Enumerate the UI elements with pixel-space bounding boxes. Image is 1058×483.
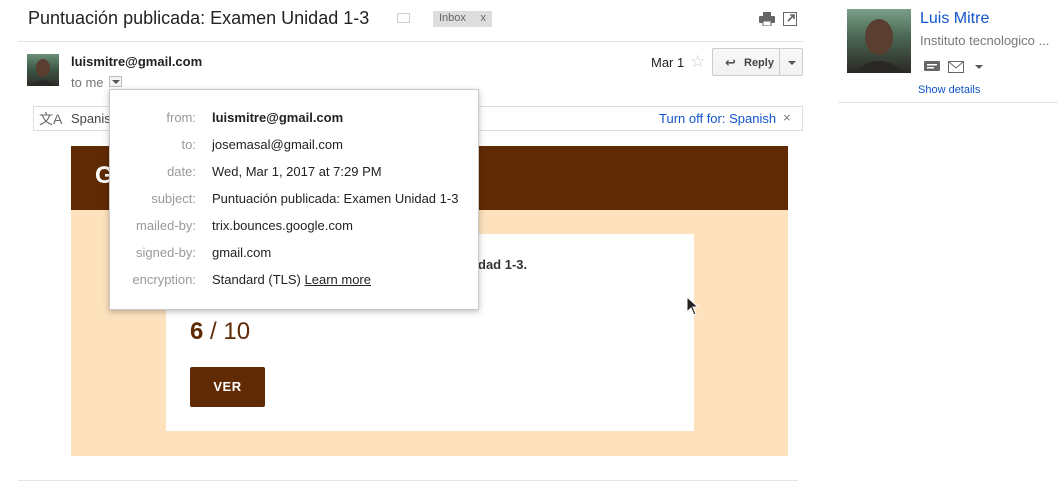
turn-off-translation-link[interactable]: Turn off for: Spanish: [659, 111, 776, 126]
label-tag-icon[interactable]: [397, 13, 410, 23]
translate-icon: 文A: [39, 111, 63, 127]
card-heading-partial: dad 1-3.: [478, 257, 528, 272]
sender-avatar[interactable]: [27, 54, 59, 86]
details-value-text: josemasal@gmail.com: [212, 137, 343, 152]
details-value-text: gmail.com: [212, 245, 272, 260]
show-details-link[interactable]: Show details: [918, 84, 980, 96]
header-divider: [18, 41, 804, 42]
details-value: Standard (TLS) Learn more: [212, 272, 371, 287]
star-icon[interactable]: ☆: [690, 52, 705, 72]
details-value: Wed, Mar 1, 2017 at 7:29 PM: [212, 164, 382, 179]
details-value-text: luismitre@gmail.com: [212, 110, 344, 125]
message-date: Mar 1: [651, 55, 685, 70]
chat-icon[interactable]: [924, 61, 940, 73]
profile-organization: Instituto tecnologico ...: [920, 33, 1050, 48]
reply-button-label: Reply: [744, 57, 774, 69]
show-details-toggle[interactable]: [109, 76, 122, 87]
details-value-text: Puntuación publicada: Examen Unidad 1-3: [212, 191, 459, 206]
remove-label-button[interactable]: x: [481, 12, 487, 24]
learn-more-link[interactable]: Learn more: [305, 272, 371, 287]
details-value: trix.bounces.google.com: [212, 218, 353, 233]
profile-name[interactable]: Luis Mitre: [920, 10, 989, 28]
close-translate-bar-icon[interactable]: ×: [783, 110, 791, 125]
details-label: from:: [166, 110, 196, 125]
profile-more-caret-icon[interactable]: [975, 65, 983, 69]
details-label: date:: [167, 164, 196, 179]
print-icon[interactable]: [759, 12, 775, 26]
email-icon[interactable]: [948, 61, 964, 73]
sender-email[interactable]: luismitre@gmail.com: [71, 54, 202, 69]
details-value: josemasal@gmail.com: [212, 137, 343, 152]
score-value: 6: [190, 318, 204, 345]
recipient-summary: to me: [71, 75, 104, 90]
translate-language: Spanis: [71, 111, 111, 126]
details-label: subject:: [151, 191, 196, 206]
details-value: Puntuación publicada: Examen Unidad 1-3: [212, 191, 458, 206]
details-label: mailed-by:: [136, 218, 196, 233]
details-label: encryption:: [132, 272, 196, 287]
details-value: gmail.com: [212, 245, 271, 260]
inbox-label-text: Inbox: [439, 12, 466, 24]
open-new-window-icon[interactable]: [783, 12, 797, 26]
profile-photo[interactable]: [847, 9, 911, 73]
message-details-popup: from: luismitre@gmail.com to: josemasal@gma…: [109, 89, 479, 310]
message-bottom-divider: [18, 480, 798, 481]
details-value-text: trix.bounces.google.com: [212, 218, 353, 233]
more-actions-button[interactable]: [779, 48, 803, 76]
reply-button[interactable]: ↩ Reply: [712, 48, 780, 76]
score-total: / 10: [203, 318, 251, 345]
email-subject: Puntuación publicada: Examen Unidad 1-3: [28, 8, 370, 28]
details-value-text: Wed, Mar 1, 2017 at 7:29 PM: [212, 164, 382, 179]
details-label: to:: [181, 137, 196, 152]
ver-button[interactable]: VER: [190, 367, 265, 407]
inbox-label-chip[interactable]: Inbox x: [433, 11, 492, 27]
details-value-text: Standard (TLS): [212, 272, 301, 287]
profile-divider: [838, 102, 1058, 103]
details-value: luismitre@gmail.com: [212, 110, 343, 125]
reply-arrow-icon: ↩: [725, 55, 736, 70]
details-label: signed-by:: [136, 245, 196, 260]
mouse-cursor-icon: [686, 296, 700, 316]
score-display: 6 / 10: [190, 318, 250, 346]
